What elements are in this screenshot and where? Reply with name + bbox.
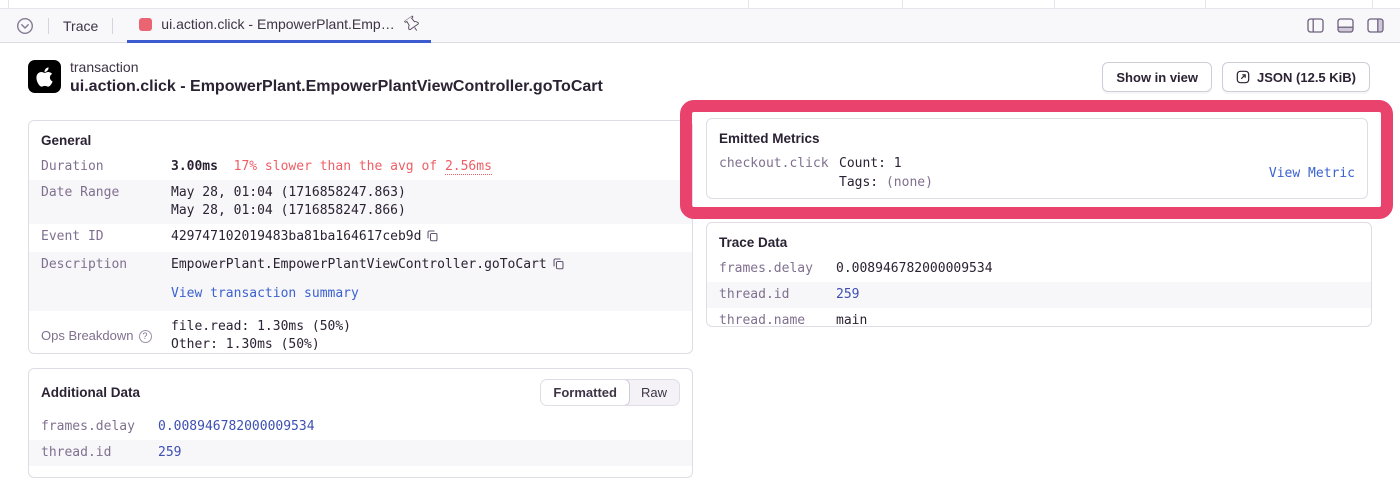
duration-comparison: 17% slower than the avg of <box>234 159 438 174</box>
row-value: main <box>836 312 1359 327</box>
grid-divider <box>1054 0 1055 8</box>
additional-data-section: Additional Data Formatted Raw frames.del… <box>28 368 693 478</box>
view-metric-link[interactable]: View Metric <box>1269 164 1355 183</box>
active-tab-label: ui.action.click - EmpowerPlant.Emp… <box>161 16 394 32</box>
metric-row: checkout.click Count: 1 Tags: (none) Vie… <box>707 152 1367 198</box>
grid-divider <box>902 0 903 8</box>
apple-platform-icon <box>28 60 61 93</box>
ops-breakdown-key: Ops Breakdown ? <box>41 318 171 354</box>
layout-left-panel-icon[interactable] <box>1307 18 1324 33</box>
row-key: thread.id <box>41 444 158 462</box>
show-in-view-button[interactable]: Show in view <box>1102 62 1212 92</box>
description-key: Description <box>41 256 171 303</box>
duration-value: 3.00ms 17% slower than the avg of 2.56ms <box>171 158 680 176</box>
event-id-key: Event ID <box>41 228 171 248</box>
table-row: frames.delay 0.008946782000009534 <box>29 414 692 440</box>
row-value: 0.008946782000009534 <box>836 260 1359 278</box>
row-value: 0.008946782000009534 <box>158 418 680 436</box>
metric-name: checkout.click <box>719 154 839 173</box>
page-title: ui.action.click - EmpowerPlant.EmpowerPl… <box>70 77 603 97</box>
layout-bottom-panel-icon[interactable] <box>1337 18 1354 33</box>
copy-icon[interactable] <box>426 229 439 248</box>
table-row: thread.name main <box>707 308 1371 327</box>
description-value: EmpowerPlant.EmpowerPlantViewController.… <box>171 256 680 303</box>
copy-icon[interactable] <box>552 257 565 276</box>
tab-trace[interactable]: Trace <box>63 18 98 34</box>
transaction-color-swatch-icon <box>139 18 152 31</box>
help-icon[interactable]: ? <box>139 330 152 343</box>
row-key: frames.delay <box>719 260 836 278</box>
additional-data-heading: Additional Data <box>41 385 140 400</box>
date-range-key: Date Range <box>41 184 171 220</box>
toggle-formatted[interactable]: Formatted <box>540 379 630 406</box>
row-value: 259 <box>836 286 1359 304</box>
event-id-value: 429747102019483ba81ba164617ceb9d <box>171 228 680 248</box>
row-date-range: Date Range May 28, 01:04 (1716858247.863… <box>29 180 692 224</box>
layout-right-panel-icon[interactable] <box>1367 18 1384 33</box>
table-row: thread.id 259 <box>29 440 692 466</box>
table-row: thread.id 259 <box>707 282 1371 308</box>
ops-breakdown-value: file.read: 1.30ms (50%) Other: 1.30ms (5… <box>171 318 680 354</box>
grid-divider <box>8 0 9 8</box>
grid-divider <box>1205 0 1206 8</box>
row-key: thread.id <box>719 286 836 304</box>
external-link-icon <box>1236 70 1250 84</box>
header-actions: Show in view JSON (12.5 KiB) <box>1102 62 1370 92</box>
collapse-chevron-icon[interactable] <box>16 17 34 35</box>
tab-divider <box>48 18 49 34</box>
trace-data-heading: Trace Data <box>719 235 1359 250</box>
tab-divider <box>112 18 113 34</box>
drawer-tab-bar: Trace ui.action.click - EmpowerPlant.Emp… <box>0 9 1400 43</box>
toggle-raw[interactable]: Raw <box>629 380 679 405</box>
general-section: General Duration 3.00ms 17% slower than … <box>28 120 693 354</box>
row-ops-breakdown: Ops Breakdown ? file.read: 1.30ms (50%) … <box>29 311 692 354</box>
row-duration: Duration 3.00ms 17% slower than the avg … <box>29 154 692 180</box>
table-row: frames.delay 0.008946782000009534 <box>707 256 1371 282</box>
drawer-layout-controls <box>1307 18 1384 33</box>
tab-transaction-active[interactable]: ui.action.click - EmpowerPlant.Emp… <box>127 9 430 43</box>
view-transaction-summary-link[interactable]: View transaction summary <box>171 285 680 303</box>
emitted-metrics-section: Emitted Metrics checkout.click Count: 1 … <box>706 118 1368 199</box>
row-key: thread.name <box>719 312 836 327</box>
emitted-metrics-heading: Emitted Metrics <box>719 131 1355 146</box>
grid-divider <box>1372 0 1373 8</box>
format-toggle: Formatted Raw <box>540 379 680 406</box>
row-description: Description EmpowerPlant.EmpowerPlantVie… <box>29 252 692 311</box>
row-value: 259 <box>158 444 680 462</box>
trace-data-section: Trace Data frames.delay 0.00894678200000… <box>706 222 1372 327</box>
grid-divider <box>748 0 749 8</box>
metric-details: Count: 1 Tags: (none) <box>839 154 1269 192</box>
date-range-value: May 28, 01:04 (1716858247.863) May 28, 0… <box>171 184 680 220</box>
row-key: frames.delay <box>41 418 158 436</box>
row-event-id: Event ID 429747102019483ba81ba164617ceb9… <box>29 224 692 252</box>
additional-data-header: Additional Data Formatted Raw <box>41 379 680 406</box>
general-heading: General <box>41 133 680 148</box>
json-download-button[interactable]: JSON (12.5 KiB) <box>1222 62 1370 92</box>
event-header: transaction ui.action.click - EmpowerPla… <box>70 58 603 97</box>
pin-icon[interactable] <box>403 14 422 34</box>
duration-avg[interactable]: 2.56ms <box>445 159 492 175</box>
event-type-label: transaction <box>70 58 603 76</box>
duration-key: Duration <box>41 158 171 176</box>
